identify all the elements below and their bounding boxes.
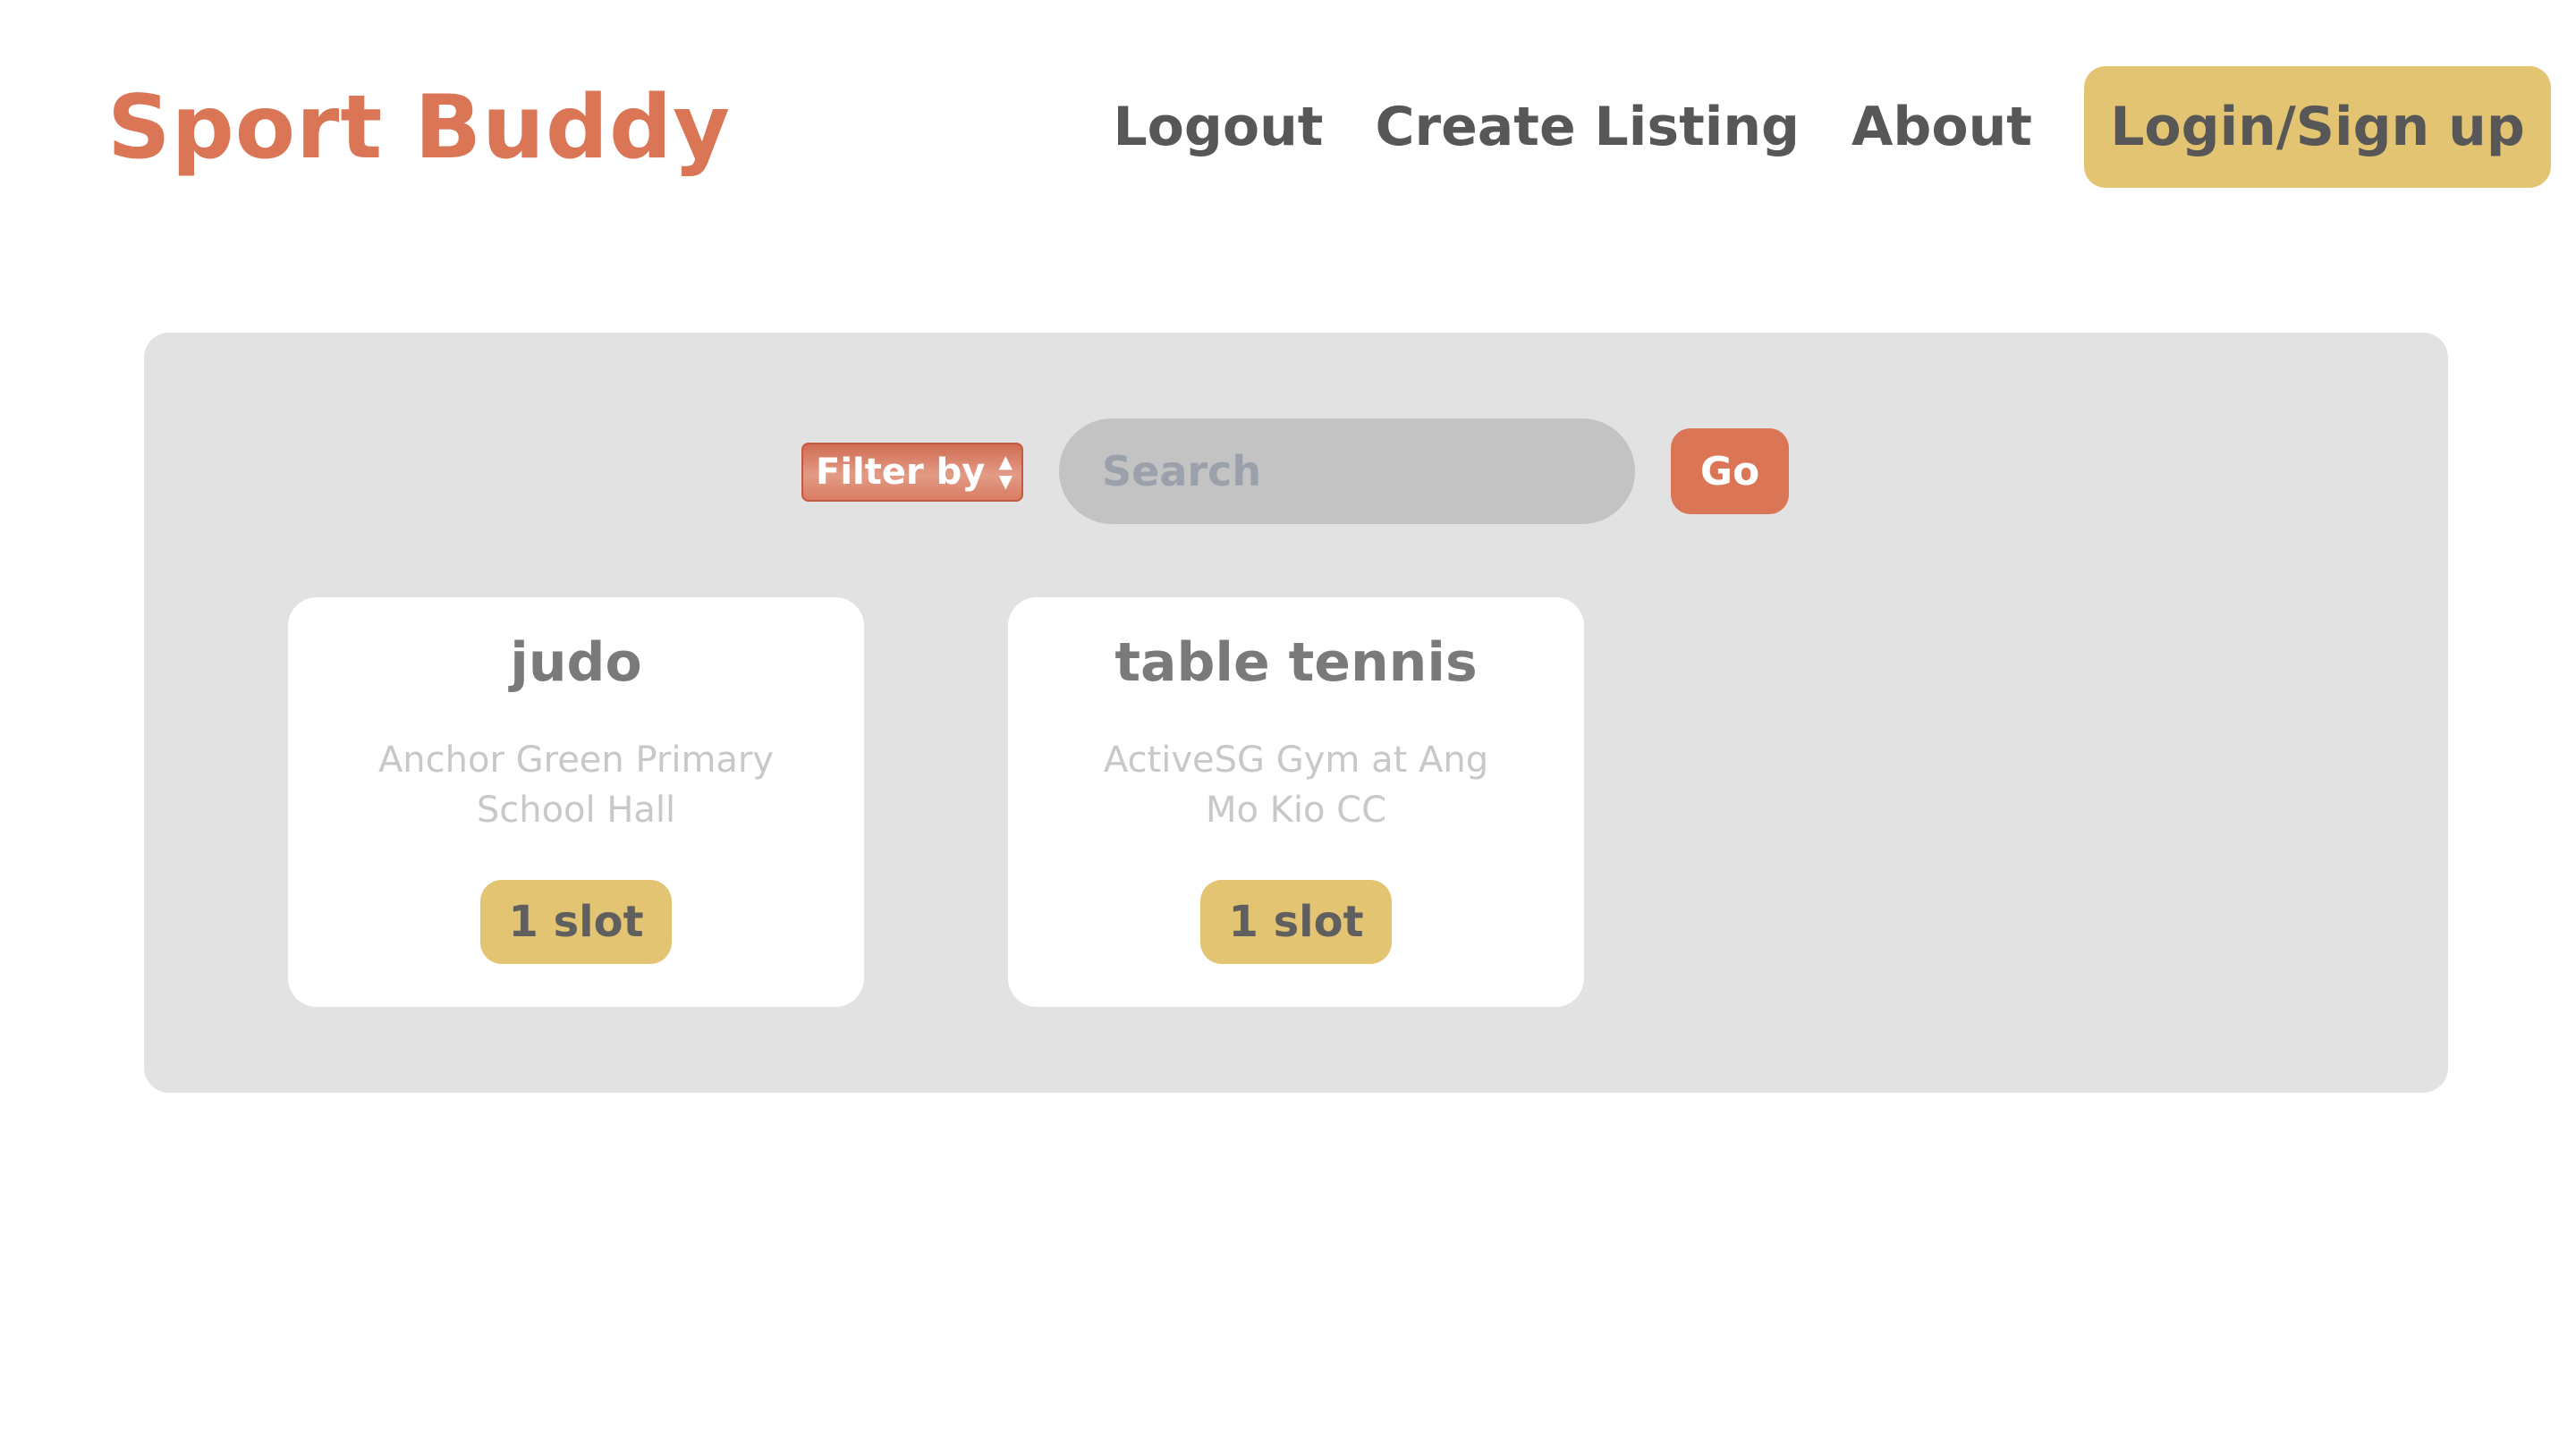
slot-badge[interactable]: 1 slot bbox=[480, 880, 672, 964]
page: Sport Buddy Logout Create Listing About … bbox=[0, 0, 2576, 1454]
listing-card[interactable]: judo Anchor Green Primary School Hall 1 … bbox=[288, 597, 864, 1007]
go-button[interactable]: Go bbox=[1671, 428, 1789, 514]
listing-location: ActiveSG Gym at Ang Mo Kio CC bbox=[1103, 740, 1489, 831]
brand-logo[interactable]: Sport Buddy bbox=[107, 70, 731, 186]
filter-select[interactable]: Filter by ▲ ▼ bbox=[801, 443, 1023, 502]
about-link[interactable]: About bbox=[1852, 96, 2032, 158]
listings-panel: Filter by ▲▼ Go judo Anchor Green Primar… bbox=[144, 333, 2448, 1093]
select-arrows-icon: ▲ ▼ bbox=[998, 451, 1013, 492]
listing-sport: table tennis bbox=[1114, 631, 1478, 694]
listing-location: Anchor Green Primary School Hall bbox=[377, 740, 775, 831]
login-signup-button[interactable]: Login/Sign up bbox=[2084, 66, 2551, 188]
listing-card[interactable]: table tennis ActiveSG Gym at Ang Mo Kio … bbox=[1008, 597, 1584, 1007]
top-nav: Logout Create Listing About Login/Sign u… bbox=[1113, 66, 2551, 188]
create-listing-link[interactable]: Create Listing bbox=[1375, 96, 1800, 158]
slot-badge[interactable]: 1 slot bbox=[1200, 880, 1392, 964]
listing-sport: judo bbox=[510, 631, 642, 694]
search-input[interactable] bbox=[1059, 418, 1635, 524]
logout-link[interactable]: Logout bbox=[1113, 96, 1323, 158]
filter-select-label: Filter by bbox=[816, 452, 986, 493]
